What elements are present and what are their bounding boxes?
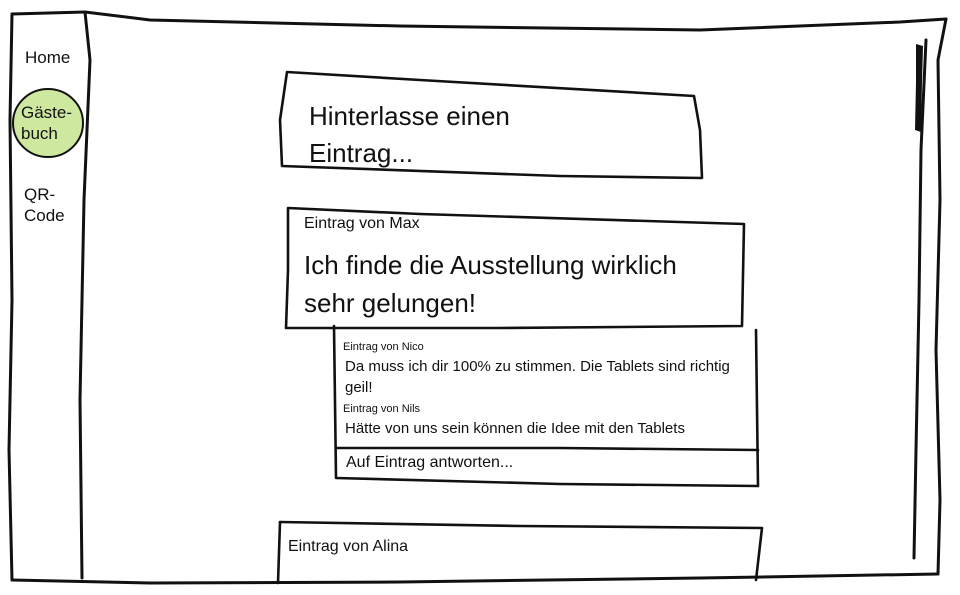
sidebar-item-qr-code[interactable]: QR- Code (24, 184, 65, 226)
scrollbar-thumb[interactable] (913, 42, 925, 134)
sidebar-item-label: Gäste- buch (21, 103, 73, 143)
compose-entry-input[interactable]: Hinterlasse einen Eintrag... (281, 76, 701, 178)
entry-author: Eintrag von Max (304, 215, 420, 232)
entry-text: Ich finde die Ausstellung wirklich sehr … (304, 250, 677, 318)
entry-author: Eintrag von Alina (288, 538, 409, 555)
reply-text: Hätte von uns sein können die Idee mit d… (345, 420, 685, 437)
sidebar-item-label: Home (25, 48, 71, 67)
sidebar-item-label: QR- Code (24, 185, 65, 225)
reply-text: Da muss ich dir 100% zu stimmen. Die Tab… (345, 358, 730, 396)
reply-input[interactable]: Auf Eintrag antworten... (346, 454, 746, 480)
reply-placeholder: Auf Eintrag antworten... (346, 454, 514, 471)
reply-author: Eintrag von Nico (343, 341, 424, 353)
sidebar-item-guestbook[interactable]: Gäste- buch (11, 87, 85, 159)
compose-placeholder: Hinterlasse einen Eintrag... (309, 101, 510, 168)
reply-author: Eintrag von Nils (343, 403, 421, 415)
sidebar-item-home[interactable]: Home (25, 47, 70, 68)
